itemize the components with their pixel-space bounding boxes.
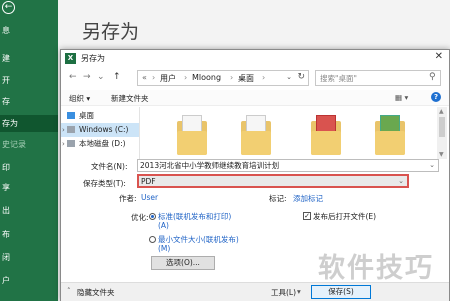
back-arrow-icon[interactable]: ← <box>2 1 15 14</box>
tags-label: 标记: <box>269 194 287 203</box>
open-after-publish-checkbox[interactable]: ✓ <box>303 212 311 220</box>
hide-folders-button[interactable]: 隐藏文件夹 <box>77 287 115 298</box>
organize-button[interactable]: 组织 ▾ <box>69 93 90 104</box>
chevron-down-icon[interactable]: ⌄ <box>398 176 404 187</box>
backstage-menu-item[interactable]: 出 <box>0 202 58 219</box>
expand-chevron-icon[interactable]: › <box>62 137 65 151</box>
dialog-titlebar: X 另存为 ✕ <box>61 50 449 68</box>
filetype-label: 保存类型(T): <box>83 179 126 188</box>
refresh-icon[interactable]: ↻ <box>297 72 305 82</box>
dialog-title: 另存为 <box>81 54 105 63</box>
search-input[interactable]: 搜索"桌面" <box>315 70 441 86</box>
tools-button[interactable]: 工具(L) <box>271 287 296 298</box>
backstage-menu-item[interactable]: 享 <box>0 179 58 196</box>
drive-icon <box>67 140 75 147</box>
path-segment-user[interactable]: Mloong <box>192 73 221 82</box>
filename-value: 2013河北省中小学教师继续教育培训计划 <box>140 161 280 170</box>
backstage-menu-item[interactable]: 开 <box>0 72 58 89</box>
recent-locations-icon[interactable]: ⌄ <box>97 72 105 82</box>
chevron-down-icon[interactable]: ⌄ <box>429 160 435 171</box>
backstage-menu-item[interactable]: 建 <box>0 50 58 67</box>
nav-item-d-drive[interactable]: › 本地磁盘 (D:) <box>61 137 139 151</box>
nav-item-label: 本地磁盘 (D:) <box>79 139 126 148</box>
view-options-icon[interactable]: ▦ ▾ <box>395 93 408 102</box>
expand-chevron-icon[interactable]: › <box>62 123 65 137</box>
minimum-size-option-key: (M) <box>158 244 171 253</box>
address-bar[interactable]: « › 用户 › Mloong › 桌面 › ⌄ ↻ <box>137 70 309 86</box>
close-icon[interactable]: ✕ <box>435 51 443 62</box>
folder-icon[interactable] <box>177 115 207 155</box>
standard-radio[interactable] <box>149 213 156 220</box>
folder-icon[interactable] <box>241 115 271 155</box>
nav-item-desktop[interactable]: 桌面 <box>61 109 139 123</box>
forward-nav-icon[interactable]: → <box>83 72 91 82</box>
screen: ← 息建开存存为史记录印享出布闭户 另存为 X 另存为 ✕ ← → ⌄ ↑ « … <box>0 0 450 301</box>
path-dropdown-icon[interactable]: ⌄ <box>286 73 292 81</box>
watermark-text: 软件技巧 <box>318 253 434 284</box>
tools-dropdown-icon[interactable]: ▾ <box>297 287 301 296</box>
help-icon[interactable]: ? <box>431 92 441 102</box>
backstage-sidebar: ← 息建开存存为史记录印享出布闭户 <box>0 0 58 301</box>
scroll-down-icon[interactable]: ▼ <box>439 151 444 158</box>
backstage-menu-item[interactable]: 存 <box>0 93 58 110</box>
backstage-menu-item[interactable]: 存为 <box>0 115 58 132</box>
author-label: 作者: <box>119 194 137 203</box>
nav-item-label: 桌面 <box>79 111 94 120</box>
filetype-value: PDF <box>141 177 156 186</box>
backstage-menu-item[interactable]: 印 <box>0 159 58 176</box>
filename-field[interactable]: 2013河北省中小学教师继续教育培训计划 ⌄ <box>137 159 439 172</box>
search-icon[interactable]: ⚲ <box>429 72 436 82</box>
collapse-icon[interactable]: ˄ <box>67 287 71 295</box>
open-after-publish-label: 发布后打开文件(E) <box>313 212 377 221</box>
back-nav-icon[interactable]: ← <box>69 72 77 82</box>
file-list-scrollbar[interactable]: ▲ ▼ <box>437 107 447 159</box>
file-list <box>141 107 435 159</box>
folder-icon[interactable] <box>311 115 341 155</box>
backstage-menu-item[interactable]: 闭 <box>0 249 58 266</box>
path-segment-desktop[interactable]: 桌面 <box>238 73 254 84</box>
scroll-thumb[interactable] <box>439 117 445 137</box>
backstage-menu-item[interactable]: 息 <box>0 22 58 39</box>
backstage-menu-item[interactable]: 布 <box>0 226 58 243</box>
address-row: ← → ⌄ ↑ « › 用户 › Mloong › 桌面 › ⌄ ↻ 搜索"桌面… <box>61 69 449 88</box>
nav-item-label: Windows (C:) <box>79 125 129 134</box>
path-separator: › <box>230 73 234 82</box>
folder-icon[interactable] <box>375 115 405 155</box>
backstage-title: 另存为 <box>82 21 140 43</box>
desktop-icon <box>67 112 75 119</box>
minimum-size-radio[interactable] <box>149 236 156 243</box>
pane-splitter[interactable] <box>139 107 140 159</box>
up-folder-icon[interactable]: ↑ <box>113 72 121 82</box>
options-button[interactable]: 选项(O)... <box>151 256 215 270</box>
backstage-menu-item[interactable]: 户 <box>0 272 58 289</box>
path-overflow-icon[interactable]: « <box>142 73 147 82</box>
standard-option-label[interactable]: 标准(联机发布和打印) <box>158 211 231 222</box>
filename-label: 文件名(N): <box>91 162 128 171</box>
save-button[interactable]: 保存(S) <box>311 285 371 299</box>
nav-item-c-drive[interactable]: › Windows (C:) <box>61 123 139 137</box>
dialog-toolbar: 组织 ▾ 新建文件夹 ▦ ▾ ? <box>61 90 449 106</box>
standard-option-key: (A) <box>158 221 169 230</box>
optimize-label: 优化: <box>131 213 149 222</box>
add-tags-link[interactable]: 添加标记 <box>293 193 323 204</box>
path-segment-users[interactable]: 用户 <box>160 73 176 84</box>
filetype-select[interactable]: PDF ⌄ <box>137 174 409 188</box>
new-folder-button[interactable]: 新建文件夹 <box>111 93 149 104</box>
path-separator: › <box>184 73 188 82</box>
backstage-menu-item[interactable]: 史记录 <box>0 136 58 153</box>
navigation-pane: 桌面 › Windows (C:) › 本地磁盘 (D:) <box>61 107 139 159</box>
path-separator: › <box>152 73 156 82</box>
drive-icon <box>67 126 75 133</box>
path-separator: › <box>262 73 266 82</box>
scroll-up-icon[interactable]: ▲ <box>439 108 444 115</box>
author-value[interactable]: User <box>141 193 158 202</box>
excel-logo-icon: X <box>65 53 76 64</box>
